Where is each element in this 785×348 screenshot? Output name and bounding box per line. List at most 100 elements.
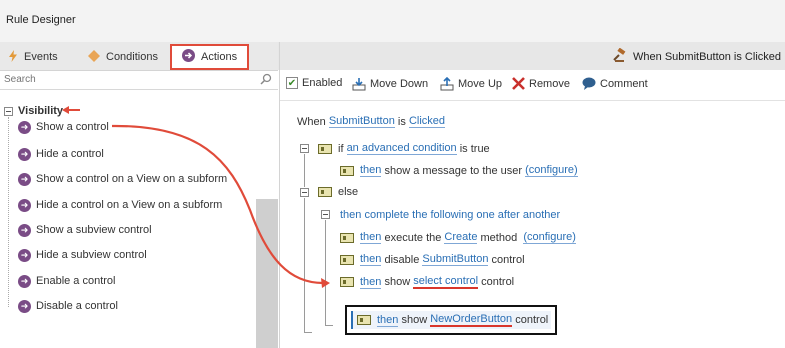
show-control-link[interactable]: select control (413, 275, 479, 289)
arrow-circle-icon: ➜ (18, 223, 31, 237)
tab-bar: Events Conditions Actions (0, 42, 278, 71)
action-item-enable-control[interactable]: ➜ Enable a control (18, 273, 116, 289)
collapse-icon[interactable] (4, 106, 13, 116)
diamond-icon (88, 49, 100, 65)
search-input[interactable] (0, 71, 250, 88)
move-down-label: Move Down (370, 78, 429, 90)
arrow-circle-icon: ➜ (18, 120, 31, 134)
move-up-button[interactable]: Move Up (440, 77, 502, 91)
arrow-circle-icon: ➜ (18, 274, 31, 288)
then-link[interactable]: then (360, 231, 382, 244)
collapse-if-icon[interactable] (300, 144, 309, 153)
action-item-label: Show a subview control (36, 224, 152, 236)
arrow-circle-icon: ➜ (18, 299, 31, 313)
comment-label: Comment (600, 77, 648, 90)
rule-else-line[interactable]: else (318, 186, 358, 198)
action-item-show-subview[interactable]: ➜ Show a subview control (18, 222, 152, 238)
tree-connector (325, 220, 326, 325)
action-item-label: Hide a subview control (36, 249, 147, 261)
sequence-link[interactable]: then complete the following one after an… (340, 209, 560, 221)
rule-if-action[interactable]: then show a message to the user (configu… (340, 164, 578, 177)
tree-connector (304, 332, 312, 333)
tab-actions[interactable]: Actions (170, 44, 250, 70)
rule-disable-action[interactable]: then disable SubmitButton control (340, 253, 525, 266)
callout-box: then show NewOrderButton control (345, 305, 557, 335)
action-item-hide-subview[interactable]: ➜ Hide a subview control (18, 247, 147, 263)
configure-link[interactable]: (configure) (523, 231, 576, 244)
title-bar: Rule Designer (0, 0, 785, 42)
rule-when-line: When SubmitButton is Clicked (297, 115, 446, 128)
enabled-toggle[interactable]: ✔ Enabled (286, 77, 342, 89)
method-link[interactable]: Create (444, 231, 478, 244)
move-down-button[interactable]: Move Down (352, 77, 428, 91)
condition-link[interactable]: an advanced condition (346, 142, 457, 155)
action-item-hide-control[interactable]: ➜ Hide a control (18, 146, 104, 162)
then-link[interactable]: then (360, 164, 382, 177)
action-item-show-control[interactable]: ➜ Show a control (18, 119, 109, 135)
rule-if-line[interactable]: if an advanced condition is true (318, 142, 490, 155)
rule-card-icon (340, 277, 354, 287)
event-header-label: When SubmitButton is Clicked (633, 50, 781, 63)
collapse-sequence-icon[interactable] (321, 210, 330, 219)
rule-card-icon (318, 187, 332, 197)
execute-post-text: method (480, 231, 518, 244)
comment-bubble-icon (582, 77, 596, 90)
action-item-label: Hide a control (36, 148, 104, 160)
search-icon[interactable] (260, 73, 272, 88)
comment-button[interactable]: Comment (582, 77, 648, 90)
when-control-link[interactable]: SubmitButton (328, 115, 395, 128)
execute-pre-text: execute the (384, 231, 442, 244)
then-link[interactable]: then (360, 253, 382, 266)
then-link[interactable]: then (377, 314, 399, 327)
app-title: Rule Designer (6, 14, 76, 26)
configure-link[interactable]: (configure) (525, 164, 578, 177)
tree-connector (304, 198, 305, 332)
if-action-text: show a message to the user (384, 164, 523, 177)
callout-post-text: control (515, 314, 549, 326)
action-item-show-control-subform[interactable]: ➜ Show a control on a View on a subform (18, 171, 227, 187)
rule-card-icon (318, 143, 332, 154)
tab-conditions[interactable]: Conditions (88, 44, 158, 70)
scrollbar[interactable] (256, 199, 278, 348)
collapse-else-icon[interactable] (300, 188, 309, 197)
left-panel: Events Conditions Actions Visibility (0, 42, 278, 348)
rule-show-action[interactable]: then show select control control (340, 275, 514, 289)
then-link[interactable]: then (360, 276, 382, 289)
rule-execute-action[interactable]: then execute the Create method (configur… (340, 231, 576, 244)
enabled-label: Enabled (302, 77, 343, 89)
rule-card-icon (340, 254, 354, 265)
action-item-label: Disable a control (36, 300, 118, 312)
if-suffix-text: is true (459, 142, 490, 155)
arrow-circle-icon: ➜ (18, 198, 31, 212)
callout-control-link[interactable]: NewOrderButton (430, 313, 513, 327)
remove-button[interactable]: Remove (512, 77, 570, 90)
show-pre-text: show (384, 276, 411, 288)
callout-rule-line[interactable]: then show NewOrderButton control (351, 311, 551, 329)
when-text: When (297, 115, 326, 128)
else-text: else (338, 186, 359, 198)
tab-actions-label: Actions (201, 51, 238, 63)
group-visibility[interactable]: Visibility (4, 105, 63, 117)
disable-control-link[interactable]: SubmitButton (422, 253, 489, 266)
rule-card-icon (340, 165, 354, 176)
rule-toolbar: ✔ Enabled Move Down Move Up Remove Comme… (280, 71, 785, 101)
move-up-label: Move Up (458, 78, 503, 90)
action-item-disable-control[interactable]: ➜ Disable a control (18, 298, 118, 314)
remove-label: Remove (529, 77, 570, 90)
action-item-label: Show a control on a View on a subform (36, 173, 228, 185)
tab-events[interactable]: Events (8, 44, 58, 70)
tab-conditions-label: Conditions (106, 51, 158, 63)
callout-pre-text: show (401, 314, 428, 326)
when-event-link[interactable]: Clicked (408, 115, 446, 128)
action-item-label: Show a control (36, 121, 109, 133)
checkbox-checked-icon[interactable]: ✔ (286, 77, 298, 89)
tree-connector (304, 154, 305, 187)
action-item-hide-control-subform[interactable]: ➜ Hide a control on a View on a subform (18, 197, 222, 213)
disable-post-text: control (491, 253, 525, 266)
right-panel: When SubmitButton is Clicked ✔ Enabled M… (279, 42, 785, 348)
when-is-text: is (397, 115, 406, 128)
rule-sequence-line[interactable]: then complete the following one after an… (340, 209, 560, 221)
tree-connector (325, 325, 333, 326)
disable-pre-text: disable (384, 253, 420, 266)
search-bar (0, 71, 278, 90)
